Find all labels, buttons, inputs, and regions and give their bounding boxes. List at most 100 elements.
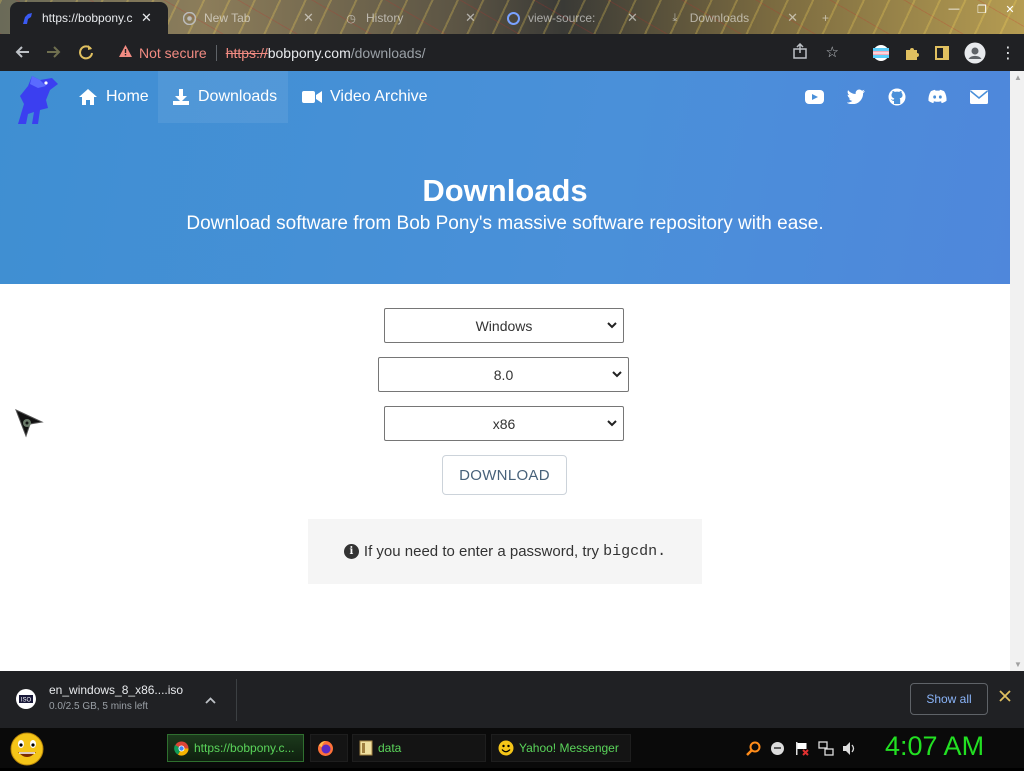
address-bar[interactable]: Not secure https:// bobpony.com /downloa… — [110, 38, 855, 67]
nav-video-archive[interactable]: Video Archive — [288, 71, 442, 123]
tab-label: Downloads — [689, 11, 750, 25]
profile-avatar-icon[interactable] — [964, 42, 986, 64]
social-links — [805, 87, 988, 106]
chevron-down-icon — [607, 416, 617, 430]
note-text: If you need to enter a password, try — [363, 543, 600, 560]
nav-home[interactable]: Home — [64, 71, 163, 123]
folder-icon — [359, 740, 373, 756]
extensions-area: ⋮ — [872, 38, 1016, 67]
chevron-up-icon[interactable] — [205, 693, 216, 707]
close-shelf-icon[interactable] — [999, 689, 1011, 707]
tab-view-source[interactable]: view-source: ✕ — [496, 2, 654, 34]
url-scheme: https:// — [225, 44, 268, 61]
taskbar-firefox[interactable] — [310, 734, 348, 762]
os-select-value: Windows — [475, 317, 533, 334]
password-note: i If you need to enter a password, try b… — [308, 519, 702, 584]
profile-flag-icon[interactable] — [872, 44, 890, 62]
reload-icon[interactable] — [70, 36, 102, 68]
iso-file-icon: ISO — [14, 686, 38, 712]
menu-kebab-icon[interactable]: ⋮ — [1000, 43, 1016, 63]
tab-close-icon[interactable]: ✕ — [141, 10, 152, 26]
tab-strip: https://bobpony.c ✕ New Tab ✕ ◷ History … — [0, 0, 1024, 34]
taskbar-chrome[interactable]: https://bobpony.c... — [167, 734, 304, 762]
note-password: bigcdn. — [603, 543, 667, 560]
security-indicator[interactable]: Not secure — [110, 44, 207, 61]
tab-label: https://bobpony.c — [42, 11, 133, 25]
history-favicon-icon: ◷ — [346, 12, 356, 25]
search-icon[interactable] — [745, 740, 762, 757]
github-icon[interactable] — [887, 87, 906, 106]
chevron-down-icon — [612, 367, 622, 381]
downloads-favicon-icon: ⤓ — [672, 11, 678, 24]
arch-select-value: x86 — [492, 415, 516, 432]
url-path: /downloads/ — [350, 44, 426, 61]
tab-downloads[interactable]: ⤓ Downloads ✕ — [658, 2, 808, 34]
page-scrollbar[interactable]: ▲ ▼ — [1010, 71, 1024, 671]
scroll-down-icon[interactable]: ▼ — [1014, 660, 1022, 669]
tab-history[interactable]: ◷ History ✕ — [334, 2, 492, 34]
download-shelf: ISO en_windows_8_x86....iso 0.0/2.5 GB, … — [0, 671, 1024, 728]
taskbar-data-folder[interactable]: data — [352, 734, 486, 762]
page-title: Downloads — [422, 173, 588, 208]
scroll-up-icon[interactable]: ▲ — [1014, 73, 1022, 82]
minimize-icon[interactable]: — — [940, 0, 968, 18]
extensions-puzzle-icon[interactable] — [904, 45, 920, 61]
start-smiley-icon[interactable] — [8, 730, 46, 766]
youtube-icon[interactable] — [805, 87, 824, 106]
iso-icon-text: ISO — [21, 698, 32, 704]
system-tray — [745, 740, 858, 757]
download-icon — [172, 88, 190, 106]
network-icon[interactable] — [817, 740, 834, 757]
taskbar-clock: 4:07 AM — [885, 731, 985, 761]
tab-label: view-source: — [528, 11, 596, 25]
info-icon: i — [343, 544, 359, 559]
share-icon[interactable] — [792, 42, 808, 63]
side-panel-icon[interactable] — [934, 45, 950, 61]
tab-close-icon[interactable]: ✕ — [303, 10, 314, 26]
volume-icon[interactable] — [841, 740, 858, 757]
show-all-button[interactable]: Show all — [910, 683, 988, 715]
tab-close-icon[interactable]: ✕ — [787, 10, 798, 26]
tab-label: History — [366, 11, 404, 25]
version-select[interactable]: 8.0 — [378, 357, 629, 392]
taskbar: https://bobpony.c... data Yahoo! Messeng… — [0, 728, 1024, 768]
chevron-down-icon — [607, 318, 617, 332]
discord-icon[interactable] — [928, 87, 947, 106]
download-status: 0.0/2.5 GB, 5 mins left — [49, 701, 148, 712]
browser-toolbar: Not secure https:// bobpony.com /downloa… — [0, 34, 1024, 71]
messenger-tray-icon[interactable] — [769, 740, 786, 757]
download-item[interactable]: ISO en_windows_8_x86....iso 0.0/2.5 GB, … — [14, 683, 183, 712]
download-button[interactable]: DOWNLOAD — [442, 455, 567, 495]
back-icon[interactable] — [6, 36, 38, 68]
tab-new-tab[interactable]: New Tab ✕ — [172, 2, 330, 34]
site-navbar: Home Downloads Video Archive — [0, 71, 1010, 124]
home-icon — [78, 88, 98, 106]
tab-close-icon[interactable]: ✕ — [627, 10, 638, 26]
bob-pony-logo-icon[interactable] — [10, 74, 64, 124]
close-window-icon[interactable]: ✕ — [996, 0, 1024, 18]
twitter-icon[interactable] — [846, 87, 865, 106]
plus-icon: + — [822, 11, 830, 25]
flag-icon[interactable] — [793, 740, 810, 757]
tab-bobpony[interactable]: https://bobpony.c ✕ — [10, 2, 168, 34]
bobpony-favicon-icon — [20, 11, 34, 25]
arch-select[interactable]: x86 — [384, 406, 624, 441]
download-filename: en_windows_8_x86....iso — [49, 683, 184, 697]
divider — [215, 44, 217, 61]
nav-downloads[interactable]: Downloads — [158, 71, 288, 123]
window-controls: — ❐ ✕ — [940, 0, 1024, 18]
divider — [236, 679, 237, 721]
nav-video-label: Video Archive — [330, 88, 428, 105]
mail-icon[interactable] — [969, 87, 988, 106]
taskbar-chrome-label: https://bobpony.c... — [194, 741, 295, 755]
video-camera-icon — [302, 90, 322, 104]
chrome-icon — [174, 741, 189, 756]
maximize-icon[interactable]: ❐ — [968, 0, 996, 18]
tab-close-icon[interactable]: ✕ — [465, 10, 476, 26]
warning-triangle-icon — [118, 44, 133, 61]
new-tab-button[interactable]: + — [812, 2, 842, 34]
bookmark-star-icon[interactable]: ☆ — [826, 43, 839, 63]
forward-icon[interactable] — [38, 36, 70, 68]
os-select[interactable]: Windows — [384, 308, 624, 343]
taskbar-yahoo-messenger[interactable]: Yahoo! Messenger — [491, 734, 631, 762]
